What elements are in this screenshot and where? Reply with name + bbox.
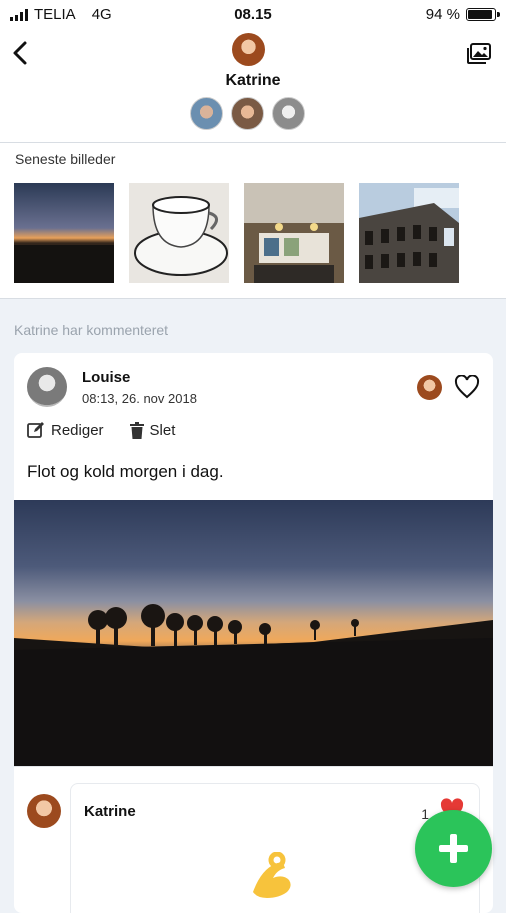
page-title: Katrine [225,72,281,89]
recent-photos-title: Seneste billeder [15,151,116,167]
member-avatar[interactable] [190,97,223,130]
trash-icon [129,421,144,439]
photo-thumbnail-kitchen[interactable] [244,183,344,283]
member-avatars[interactable] [190,97,305,130]
photo-thumbnail-sunset[interactable] [14,183,114,283]
ok-hand-emoji-icon [243,851,305,907]
delete-label: Slet [149,421,176,439]
comment-avatar[interactable] [27,794,61,828]
recent-photos-strip [14,183,459,283]
chat-header: Katrine [0,30,506,143]
delete-button[interactable]: Slet [129,421,176,439]
post-actions: Rediger Slet [27,421,175,439]
battery-icon [466,8,500,21]
battery-percent: 94 % [425,6,460,23]
battery-fill [468,10,492,19]
member-avatar[interactable] [231,97,264,130]
chevron-left-icon[interactable] [12,40,28,71]
photo-thumbnail-colosseum[interactable] [359,183,459,283]
add-button[interactable] [415,810,492,887]
image-gallery-icon[interactable] [466,43,492,70]
reaction-avatar[interactable] [417,375,442,400]
edit-label: Rediger [51,421,104,439]
group-avatar[interactable] [232,33,265,66]
post-photo[interactable] [14,500,493,766]
post-text: Flot og kold morgen i dag. [27,462,224,481]
recent-photos-section: Seneste billeder [0,143,506,299]
status-bar: TELIA 4G 08.15 94 % [0,0,506,30]
photo-thumbnail-coffee-cup[interactable] [129,183,229,283]
status-right: 94 % [425,6,500,23]
avatar[interactable] [27,367,67,407]
comment-author[interactable]: Katrine [84,803,136,820]
member-avatar[interactable] [272,97,305,130]
edit-icon [27,422,44,438]
post-timestamp: 08:13, 26. nov 2018 [82,391,197,406]
post-author[interactable]: Louise [82,369,130,386]
divider [14,766,493,767]
edit-button[interactable]: Rediger [27,421,104,439]
activity-label: Katrine har kommenteret [14,322,169,338]
heart-icon[interactable] [454,374,480,404]
